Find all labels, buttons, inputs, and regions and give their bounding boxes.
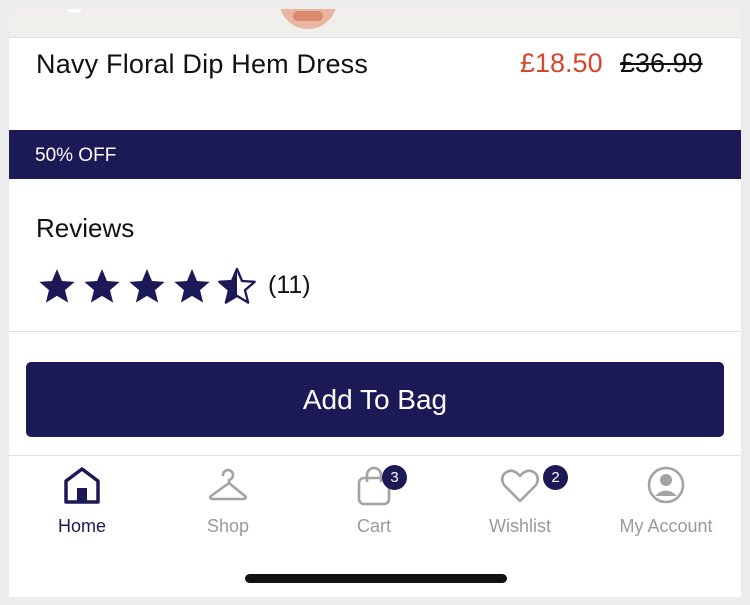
bottom-tab-bar: Home Shop 3 Cart 2 Wishlist My Account [9, 456, 741, 546]
product-page: Navy Floral Dip Hem Dress £18.50 £36.99 … [9, 9, 741, 597]
tab-shop[interactable]: Shop [155, 456, 301, 546]
star-full-icon [39, 269, 75, 303]
tab-my-account-label: My Account [619, 516, 713, 536]
product-title: Navy Floral Dip Hem Dress [36, 49, 369, 79]
user-icon [647, 466, 685, 504]
home-icon [64, 467, 100, 504]
star-full-icon [174, 269, 210, 303]
tab-home[interactable]: Home [9, 456, 155, 546]
review-count[interactable]: (11) [268, 271, 311, 300]
sale-price: £18.50 [520, 48, 603, 78]
divider [9, 331, 741, 332]
tab-wishlist-label: Wishlist [489, 516, 551, 536]
tab-cart-label: Cart [356, 516, 391, 536]
carousel-dot-icon [65, 9, 83, 13]
star-full-icon [84, 269, 120, 303]
discount-banner: 50% OFF [9, 130, 741, 179]
heart-icon [500, 469, 540, 503]
tab-wishlist[interactable]: 2 Wishlist [447, 456, 593, 546]
add-to-bag-button[interactable]: Add To Bag [26, 362, 724, 437]
original-price: £36.99 [620, 48, 703, 78]
hanger-icon [208, 468, 248, 501]
reviews-heading: Reviews [36, 213, 135, 243]
wishlist-count-badge: 2 [543, 465, 568, 490]
star-full-icon [129, 269, 165, 303]
tab-cart[interactable]: 3 Cart [301, 456, 447, 546]
star-rating[interactable] [37, 266, 262, 306]
cart-count-badge: 3 [382, 465, 407, 490]
home-indicator[interactable] [245, 574, 507, 583]
star-half-icon [218, 267, 256, 304]
product-image[interactable] [9, 9, 741, 38]
discount-label: 50% OFF [35, 145, 117, 166]
product-photo-crop [279, 9, 337, 29]
tab-home-label: Home [57, 516, 106, 536]
tab-my-account[interactable]: My Account [593, 456, 739, 546]
tab-shop-label: Shop [206, 516, 250, 536]
